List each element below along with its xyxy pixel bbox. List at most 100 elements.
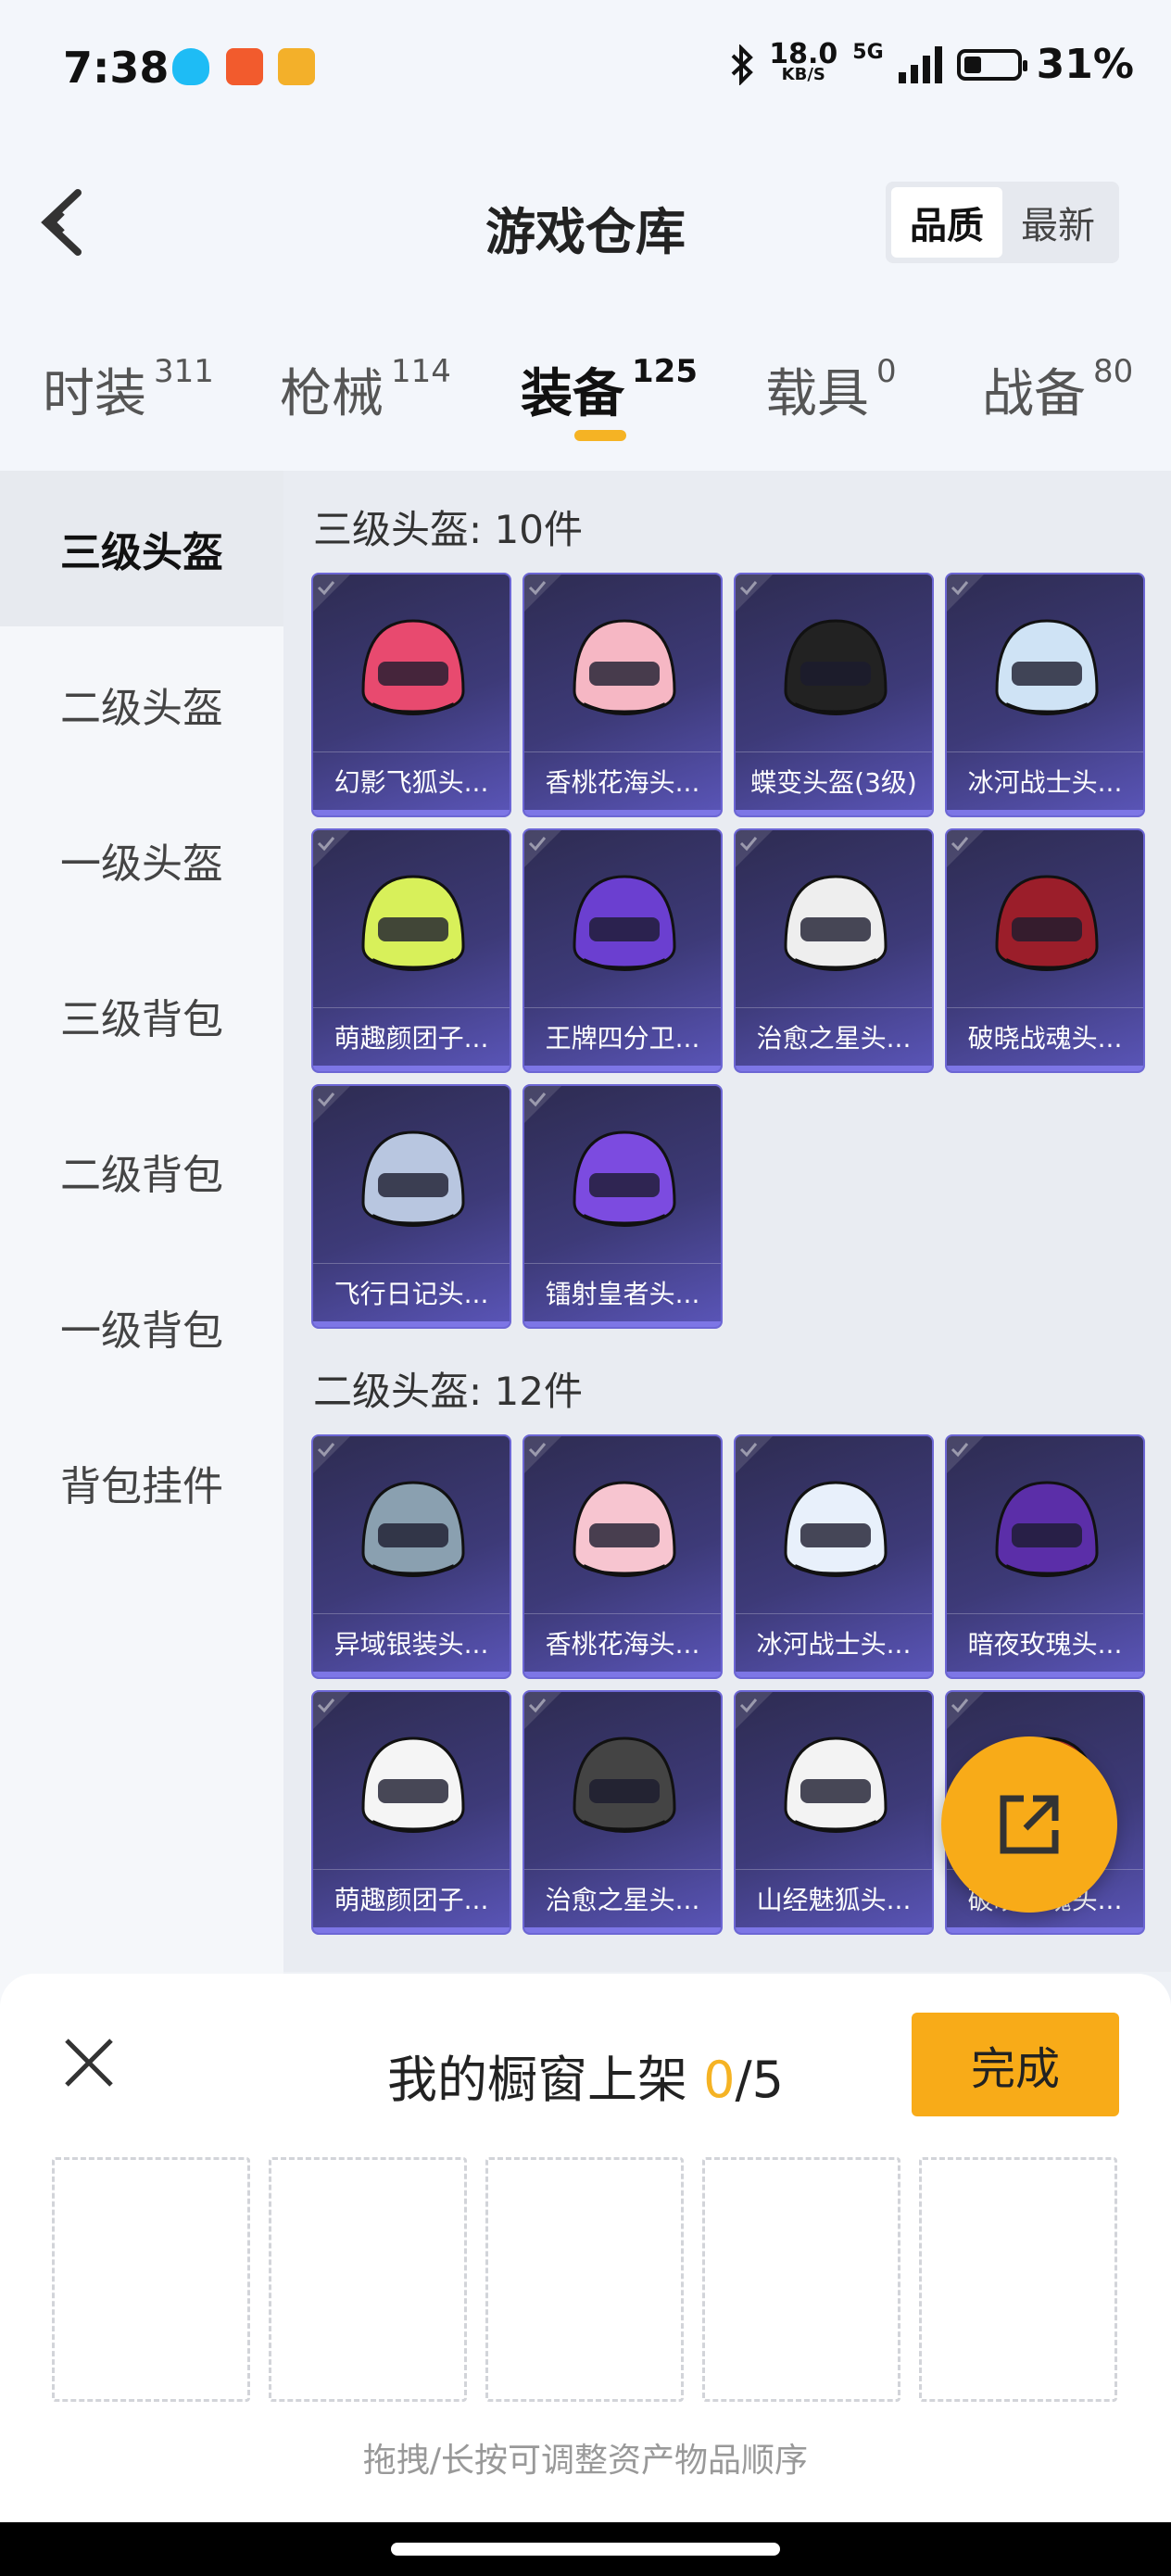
sidebar-item-backpack-charm[interactable]: 背包挂件: [0, 1405, 283, 1560]
item-card[interactable]: 镭射皇者头...: [523, 1084, 723, 1329]
check-corner-icon: [947, 1436, 984, 1473]
item-name: 幻影飞狐头...: [313, 751, 510, 810]
sidebar-item-level2-backpack[interactable]: 二级背包: [0, 1093, 283, 1249]
item-name: 飞行日记头...: [313, 1263, 510, 1321]
network-label: 5G: [852, 41, 884, 64]
share-icon: [1000, 1795, 1059, 1854]
helmet-icon: [361, 1130, 465, 1227]
sidebar-item-level3-backpack[interactable]: 三级背包: [0, 938, 283, 1093]
sort-latest-button[interactable]: 最新: [1002, 187, 1114, 258]
item-card[interactable]: 萌趣颜团子...: [311, 1690, 511, 1935]
check-corner-icon: [313, 830, 350, 867]
item-card[interactable]: 萌趣颜团子...: [311, 828, 511, 1073]
game-app-icon: [226, 48, 263, 85]
item-card[interactable]: 破晓战魂头...: [945, 828, 1145, 1073]
check-corner-icon: [313, 1692, 350, 1729]
helmet-icon: [573, 619, 676, 715]
item-name: 萌趣颜团子...: [313, 1869, 510, 1927]
helmet-icon: [784, 875, 888, 971]
sidebar-item-level1-helmet[interactable]: 一级头盔: [0, 782, 283, 938]
qq-icon: [172, 48, 209, 85]
helmet-icon: [573, 1481, 676, 1577]
item-card[interactable]: 治愈之星头...: [523, 1690, 723, 1935]
sidebar: 三级头盔 二级头盔 一级头盔 三级背包 二级背包 一级背包 背包挂件: [0, 471, 283, 2009]
tab-equipment[interactable]: 装备 125: [521, 352, 698, 427]
check-corner-icon: [313, 575, 350, 612]
tab-supplies[interactable]: 战备 80: [982, 352, 1133, 427]
item-name: 破晓战魂头...: [947, 1007, 1143, 1066]
item-card[interactable]: 香桃花海头...: [523, 1434, 723, 1679]
item-card[interactable]: 暗夜玫瑰头...: [945, 1434, 1145, 1679]
helmet-icon: [573, 1130, 676, 1227]
check-corner-icon: [313, 1086, 350, 1123]
item-card[interactable]: 异域银装头...: [311, 1434, 511, 1679]
section-title-level3: 三级头盔: 10件: [313, 507, 583, 552]
check-corner-icon: [524, 575, 561, 612]
showcase-slot[interactable]: [702, 2157, 900, 2402]
item-name: 萌趣颜团子...: [313, 1007, 510, 1066]
signal-icon: [898, 45, 942, 83]
item-name: 治愈之星头...: [524, 1869, 721, 1927]
helmet-icon: [995, 875, 1099, 971]
helmet-icon: [784, 619, 888, 715]
showcase-slot[interactable]: [919, 2157, 1117, 2402]
battery-percent: 31%: [1036, 41, 1134, 88]
item-name: 冰河战士头...: [947, 751, 1143, 810]
helmet-icon: [361, 875, 465, 971]
showcase-slot[interactable]: [269, 2157, 467, 2402]
item-card[interactable]: 幻影飞狐头...: [311, 573, 511, 817]
done-button[interactable]: 完成: [912, 2013, 1119, 2116]
check-corner-icon: [736, 575, 773, 612]
item-card[interactable]: 香桃花海头...: [523, 573, 723, 817]
item-name: 香桃花海头...: [524, 1613, 721, 1672]
status-bar: 7:38 18.0 KB/S 5G 31%: [0, 0, 1171, 139]
item-card[interactable]: 冰河战士头...: [945, 573, 1145, 817]
active-tab-indicator: [574, 430, 626, 441]
item-name: 异域银装头...: [313, 1613, 510, 1672]
item-name: 冰河战士头...: [736, 1613, 932, 1672]
sort-quality-button[interactable]: 品质: [891, 187, 1002, 258]
check-corner-icon: [524, 1692, 561, 1729]
helmet-icon: [784, 1481, 888, 1577]
item-name: 蝶变头盔(3级): [736, 751, 932, 810]
showcase-count: 0: [703, 2051, 736, 2109]
check-corner-icon: [524, 1086, 561, 1123]
sidebar-item-level1-backpack[interactable]: 一级背包: [0, 1249, 283, 1405]
battery-icon: [956, 48, 1027, 81]
item-card[interactable]: 飞行日记头...: [311, 1084, 511, 1329]
item-card[interactable]: 治愈之星头...: [734, 828, 934, 1073]
check-corner-icon: [736, 830, 773, 867]
check-corner-icon: [524, 830, 561, 867]
share-button[interactable]: [941, 1736, 1117, 1913]
bluetooth-icon: [731, 44, 754, 85]
item-name: 镭射皇者头...: [524, 1263, 721, 1321]
item-name: 暗夜玫瑰头...: [947, 1613, 1143, 1672]
showcase-slot[interactable]: [485, 2157, 684, 2402]
status-time: 7:38: [63, 43, 170, 93]
check-corner-icon: [947, 830, 984, 867]
reorder-hint: 拖拽/长按可调整资产物品顺序: [362, 2442, 809, 2480]
helmet-icon: [573, 875, 676, 971]
tab-vehicles[interactable]: 载具 0: [765, 352, 897, 427]
item-name: 山经魅狐头...: [736, 1869, 932, 1927]
check-corner-icon: [736, 1436, 773, 1473]
item-name: 治愈之星头...: [736, 1007, 932, 1066]
home-indicator[interactable]: [391, 2543, 780, 2556]
sidebar-item-level3-helmet[interactable]: 三级头盔: [0, 471, 283, 626]
item-card[interactable]: 王牌四分卫...: [523, 828, 723, 1073]
check-corner-icon: [524, 1436, 561, 1473]
check-corner-icon: [947, 1692, 984, 1729]
tab-fashion[interactable]: 时装 311: [43, 352, 214, 427]
sidebar-item-level2-helmet[interactable]: 二级头盔: [0, 626, 283, 782]
item-card[interactable]: 冰河战士头...: [734, 1434, 934, 1679]
system-nav-bar: [0, 2522, 1171, 2576]
helmet-icon: [995, 619, 1099, 715]
check-corner-icon: [947, 575, 984, 612]
item-card[interactable]: 山经魅狐头...: [734, 1690, 934, 1935]
mall-app-icon: [278, 48, 315, 85]
tab-weapons[interactable]: 枪械 114: [280, 352, 451, 427]
item-card[interactable]: 蝶变头盔(3级): [734, 573, 934, 817]
check-corner-icon: [313, 1436, 350, 1473]
showcase-slot[interactable]: [52, 2157, 250, 2402]
check-corner-icon: [736, 1692, 773, 1729]
